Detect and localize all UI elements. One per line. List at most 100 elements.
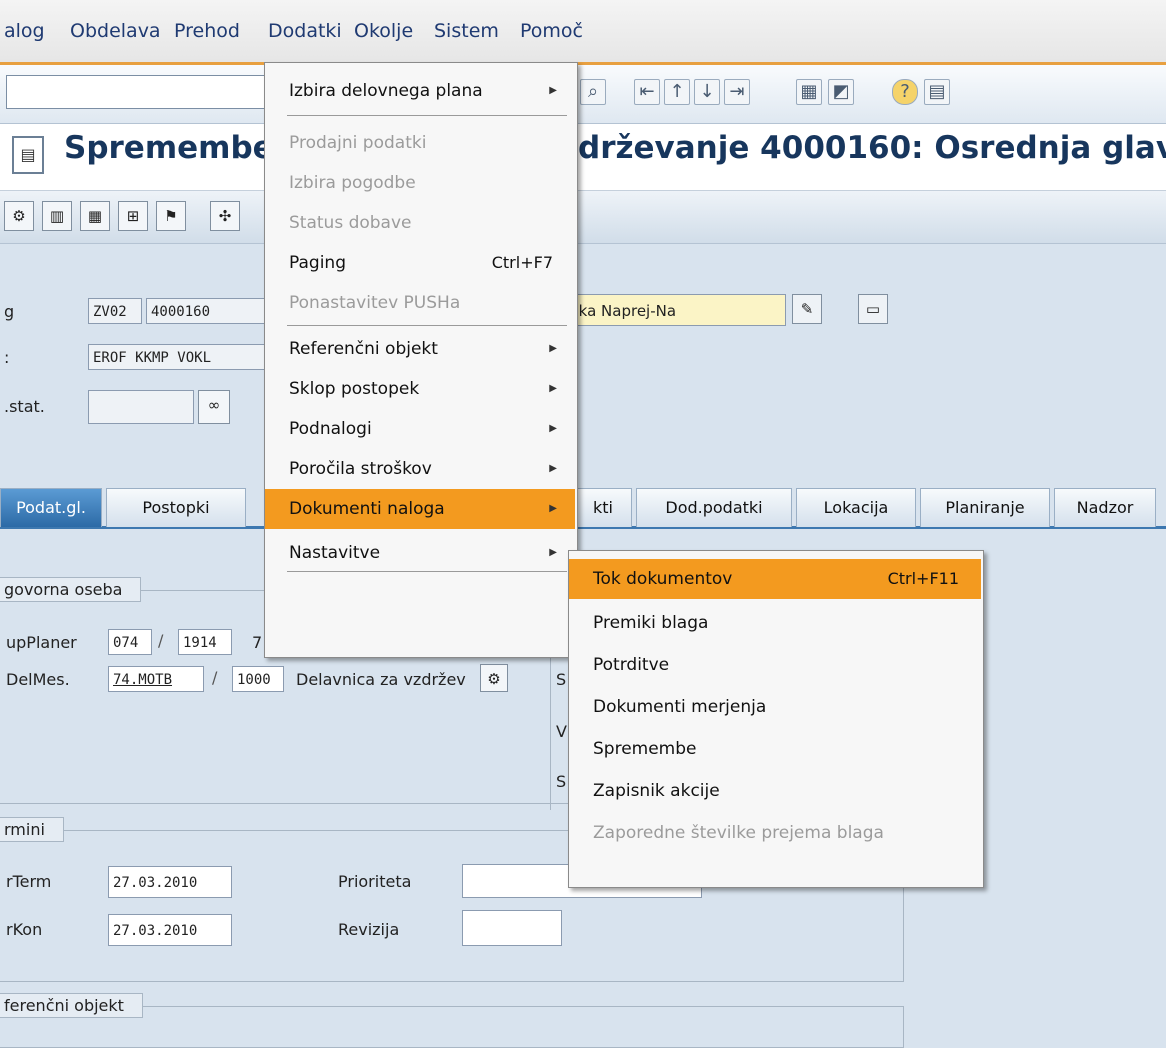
menu-okolje[interactable]: Okolje [354,20,413,42]
new-session-icon[interactable]: ▦ [796,79,822,105]
calculator-icon[interactable]: ▦ [80,201,110,231]
system-status-field: EROF KKMP VOKL [88,344,270,370]
system-toolbar: ⌕ ⇤ ↑ ↓ ⇥ ▦ ◩ ? ▤ [0,65,1166,124]
menu-item-porocila-stroskov[interactable]: Poročila stroškov ▶ [265,449,575,489]
menu-item-paging[interactable]: Paging Ctrl+F7 [265,243,575,283]
menu-item-label: Izbira delovnega plana [289,81,483,101]
menu-dodatki[interactable]: Dodatki [268,20,342,42]
menu-item-label: Sklop postopek [289,379,420,399]
planner-text: 7 [252,633,263,652]
last-page-icon[interactable]: ⇥ [724,79,750,105]
menu-nalog[interactable]: alog [4,20,45,42]
user-status-label: .stat. [4,397,45,416]
priority-label: Prioriteta [338,872,412,891]
submenu-item-potrditve[interactable]: Potrditve [569,645,981,685]
menu-item-referencni-objekt[interactable]: Referenčni objekt ▶ [265,329,575,369]
workcenter-settings-icon[interactable]: ⚙ [480,664,508,692]
submenu-item-zapisnik-akcije[interactable]: Zapisnik akcije [569,771,981,811]
hierarchy-icon[interactable]: ▥ [42,201,72,231]
page-title-rest: drževanje 4000160: Osrednja glava [578,130,1166,166]
shortcut-icon[interactable]: ◩ [828,79,854,105]
menu-item-podnalogi[interactable]: Podnalogi ▶ [265,409,575,449]
dokumenti-naloga-submenu: Tok dokumentov Ctrl+F11 Premiki blaga Po… [568,550,984,888]
submenu-item-zaporedne-stevilke: Zaporedne številke prejema blaga [593,823,884,843]
menu-item-dokumenti-naloga[interactable]: Dokumenti naloga ▶ [265,489,575,529]
submenu-arrow-icon: ▶ [549,547,557,558]
glasses-icon[interactable]: ∞ [198,390,230,424]
submenu-item-dokumenti-merjenja[interactable]: Dokumenti merjenja [569,687,981,727]
order-number-field[interactable]: 4000160 [146,298,270,324]
submenu-arrow-icon: ▶ [549,503,557,514]
submenu-arrow-icon: ▶ [549,463,557,474]
application-toolbar: ⚙ ▥ ▦ ⊞ ⚑ ✣ [0,191,1166,244]
network-icon[interactable]: ✣ [210,201,240,231]
submenu-arrow-icon: ▶ [549,383,557,394]
help-icon[interactable]: ? [892,79,918,105]
planner-label: upPlaner [6,633,77,652]
planner-group-field[interactable]: 1914 [178,629,232,655]
document-icon: ▤ [12,136,44,174]
tab-kti[interactable]: kti [574,488,632,527]
status-detail-icon[interactable]: ▭ [858,294,888,324]
responsible-group-title: govorna oseba [0,577,142,602]
menu-item-izbira-delovnega-plana[interactable]: Izbira delovnega plana ▶ [265,71,575,111]
user-status-field[interactable] [88,390,194,424]
workcenter-field[interactable]: 74.MOTB [108,666,204,692]
order-description-field[interactable]: nika Naprej-Na [560,294,786,326]
menu-pomoc[interactable]: Pomoč [520,20,583,42]
end-date-label: rKon [6,920,43,939]
workcenter-plant-field[interactable]: 1000 [232,666,284,692]
workcenter-description: Delavnica za vzdržev [296,670,466,689]
revision-field[interactable] [462,910,562,946]
menu-item-label: Paging [289,253,346,273]
menu-item-ponastavitev-pusha: Ponastavitev PUSHa [289,293,461,313]
tab-podat-gl[interactable]: Podat.gl. [0,488,102,527]
release-icon[interactable]: ⚑ [156,201,186,231]
tab-dod-podatki[interactable]: Dod.podatki [636,488,792,527]
reference-group: ferenčni objekt [0,993,904,1048]
previous-page-icon[interactable]: ↑ [664,79,690,105]
workcenter-label: DelMes. [6,670,70,689]
structure-icon[interactable]: ⊞ [118,201,148,231]
submenu-arrow-icon: ▶ [549,343,557,354]
first-page-icon[interactable]: ⇤ [634,79,660,105]
tab-postopki[interactable]: Postopki [106,488,246,527]
settings-icon[interactable]: ⚙ [4,201,34,231]
menu-item-label: Referenčni objekt [289,339,438,359]
next-page-icon[interactable]: ↓ [694,79,720,105]
menu-prehod[interactable]: Prehod [174,20,240,42]
menu-obdelava[interactable]: Obdelava [70,20,161,42]
menu-item-sklop-postopek[interactable]: Sklop postopek ▶ [265,369,575,409]
menu-separator [287,115,567,116]
submenu-item-tok-dokumentov[interactable]: Tok dokumentov Ctrl+F11 [569,559,981,599]
tab-strip: Podat.gl. Postopki kti Dod.podatki Lokac… [0,486,1166,529]
submenu-arrow-icon: ▶ [549,85,557,96]
planner-plant-field[interactable]: 074 [108,629,152,655]
menu-item-status-dobave: Status dobave [289,213,412,233]
layout-menu-icon[interactable]: ▤ [924,79,950,105]
submenu-item-premiki-blaga[interactable]: Premiki blaga [569,603,981,643]
menu-sistem[interactable]: Sistem [434,20,499,42]
menu-item-label: Tok dokumentov [593,569,733,589]
tab-nadzor[interactable]: Nadzor [1054,488,1156,527]
revision-label: Revizija [338,920,400,939]
dates-group-title: rmini [0,817,64,842]
title-bar: ▤ Spremembe K drževanje 4000160: Osrednj… [0,124,1166,191]
tab-planiranje[interactable]: Planiranje [920,488,1050,527]
menu-accelerator: Ctrl+F7 [491,253,553,272]
find-icon[interactable]: ⌕ [580,79,606,105]
menu-bar: alog Obdelava Prehod Dodatki Okolje Sist… [0,0,1166,65]
command-field[interactable] [6,75,270,109]
side-label-1: S [556,670,567,689]
menu-item-izbira-pogodbe: Izbira pogodbe [289,173,416,193]
tab-lokacija[interactable]: Lokacija [796,488,916,527]
slash-separator-2: / [212,668,218,687]
order-type-field[interactable]: ZV02 [88,298,142,324]
submenu-item-spremembe[interactable]: Spremembe [569,729,981,769]
end-date-field[interactable]: 27.03.2010 [108,914,232,946]
side-label-3: S [556,772,567,791]
menu-item-nastavitve[interactable]: Nastavitve ▶ [265,533,575,573]
edit-text-icon[interactable]: ✎ [792,294,822,324]
start-date-field[interactable]: 27.03.2010 [108,866,232,898]
side-label-2: V [556,722,567,741]
